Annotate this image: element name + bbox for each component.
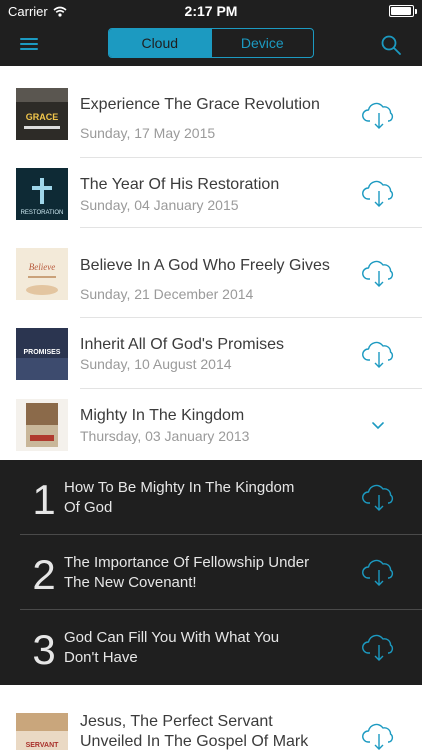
list-item[interactable]: RESTORATION The Year Of His Restoration … — [0, 158, 422, 228]
thumb-text: PROMISES — [24, 349, 61, 356]
sermon-title: Mighty In The Kingdom — [80, 407, 245, 424]
hamburger-icon — [20, 38, 38, 40]
sermon-thumbnail: SERVANT — [16, 713, 68, 750]
sermon-date: Sunday, 17 May 2015 — [80, 125, 216, 141]
part-title: How To Be Mighty In The Kingdom Of God — [64, 479, 295, 516]
cloud-download-icon[interactable] — [362, 178, 396, 208]
battery-icon — [389, 5, 417, 17]
thumb-text: GRACE — [26, 112, 59, 122]
list-item-expanded[interactable]: Mighty In The Kingdom Thursday, 03 Janua… — [0, 389, 422, 460]
cloud-download-icon[interactable] — [362, 557, 396, 587]
part-title: The Importance Of Fellowship Under The N… — [64, 554, 310, 591]
part-number: 1 — [32, 476, 56, 523]
list-item[interactable]: PROMISES Inherit All Of God's Promises S… — [0, 318, 422, 389]
part-title: God Can Fill You With What You Don't Hav… — [64, 629, 280, 666]
nav-bar: Cloud Device — [0, 22, 422, 66]
sermon-date: Thursday, 03 January 2013 — [80, 428, 250, 444]
cloud-download-icon[interactable] — [362, 339, 396, 369]
sermon-thumbnail: RESTORATION — [16, 168, 68, 220]
app-header: Carrier 2:17 PM Cloud Device — [0, 0, 422, 66]
battery-fill — [391, 7, 411, 15]
sub-item[interactable]: 3 God Can Fill You With What You Don't H… — [0, 610, 422, 685]
sermon-title: Inherit All Of God's Promises — [80, 336, 285, 353]
thumb-text: RESTORATION — [21, 210, 64, 216]
part-number: 3 — [32, 626, 56, 673]
sermon-thumbnail: Believe — [16, 248, 68, 300]
part-number: 2 — [32, 551, 56, 598]
sermon-title: Believe In A God Who Freely Gives — [80, 257, 330, 274]
tab-device[interactable]: Device — [210, 29, 314, 57]
sermon-thumbnail: GRACE — [16, 88, 68, 140]
sermon-title: Experience The Grace Revolution — [80, 96, 320, 113]
sermon-date: Sunday, 10 August 2014 — [80, 356, 232, 372]
cloud-download-icon[interactable] — [362, 721, 396, 750]
sermon-date: Sunday, 21 December 2014 — [80, 286, 254, 302]
cloud-download-icon[interactable] — [362, 632, 396, 662]
sermon-title: The Year Of His Restoration — [80, 176, 280, 193]
hamburger-line — [20, 43, 38, 45]
menu-button[interactable] — [18, 34, 40, 54]
sermon-title: Jesus, The Perfect Servant — [80, 713, 273, 730]
cloud-download-icon[interactable] — [362, 100, 396, 130]
thumb-text: SERVANT — [26, 742, 60, 749]
sub-item[interactable]: 2 The Importance Of Fellowship Under The… — [0, 535, 422, 610]
status-bar: Carrier 2:17 PM — [0, 0, 422, 22]
search-icon[interactable] — [380, 34, 402, 56]
chevron-down-icon[interactable] — [368, 419, 388, 433]
sermon-thumbnail: PROMISES — [16, 328, 68, 380]
list-item[interactable]: Believe Believe In A God Who Freely Give… — [0, 228, 422, 318]
sermon-title-line2: Unveiled In The Gospel Of Mark — [80, 733, 309, 750]
sermon-list: GRACE Experience The Grace Revolution Su… — [0, 66, 422, 750]
clock: 2:17 PM — [184, 3, 238, 19]
sermon-thumbnail — [16, 399, 68, 451]
cloud-download-icon[interactable] — [362, 482, 396, 512]
sermon-date: Sunday, 04 January 2015 — [80, 197, 239, 213]
list-item[interactable]: SERVANT Jesus, The Perfect Servant Unvei… — [0, 685, 422, 750]
sub-item[interactable]: 1 How To Be Mighty In The Kingdom Of God — [0, 460, 422, 535]
cloud-download-icon[interactable] — [362, 258, 396, 288]
thumb-text: Believe — [29, 262, 55, 272]
hamburger-line — [20, 48, 38, 50]
tab-cloud[interactable]: Cloud — [109, 29, 211, 57]
source-segmented-control: Cloud Device — [108, 28, 314, 58]
list-item[interactable]: GRACE Experience The Grace Revolution Su… — [0, 66, 422, 158]
